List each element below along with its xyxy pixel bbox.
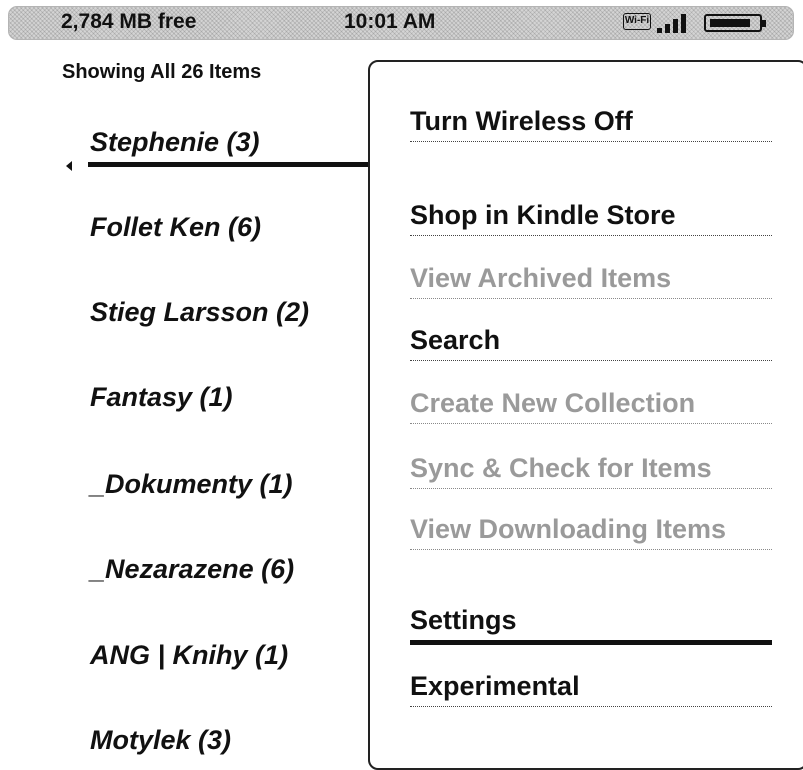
selection-arrow-icon (66, 161, 72, 171)
collection-item[interactable]: Stephenie (3) (90, 127, 260, 158)
collection-item[interactable]: Stieg Larsson (2) (90, 297, 309, 328)
clock: 10:01 AM (344, 10, 436, 33)
menu-item-view-downloading-items[interactable]: View Downloading Items (410, 514, 772, 550)
battery-icon (704, 14, 766, 32)
menu-item-search[interactable]: Search (410, 325, 772, 361)
collection-item[interactable]: ANG | Knihy (1) (90, 640, 288, 671)
menu-item-turn-wireless-off[interactable]: Turn Wireless Off (410, 106, 772, 142)
collection-item[interactable]: Follet Ken (6) (90, 212, 261, 243)
free-space-label: 2,784 MB free (61, 10, 197, 33)
menu-item-create-new-collection[interactable]: Create New Collection (410, 388, 772, 424)
item-count-label: Showing All 26 Items (62, 61, 262, 83)
wifi-icon: Wi-Fi (623, 13, 651, 30)
signal-strength-icon (657, 11, 695, 33)
collection-item[interactable]: _Nezarazene (6) (90, 554, 294, 585)
selection-underline (88, 162, 378, 167)
menu-item-view-archived-items[interactable]: View Archived Items (410, 263, 772, 299)
menu-item-shop-kindle-store[interactable]: Shop in Kindle Store (410, 200, 772, 236)
menu-item-sync-check-items[interactable]: Sync & Check for Items (410, 453, 772, 489)
status-bar: 2,784 MB free 10:01 AM Wi-Fi (8, 6, 794, 40)
menu-item-settings[interactable]: Settings (410, 605, 772, 645)
menu-item-experimental[interactable]: Experimental (410, 671, 772, 707)
collection-item[interactable]: _Dokumenty (1) (90, 469, 293, 500)
collection-item[interactable]: Motylek (3) (90, 725, 231, 756)
collection-item[interactable]: Fantasy (1) (90, 382, 233, 413)
